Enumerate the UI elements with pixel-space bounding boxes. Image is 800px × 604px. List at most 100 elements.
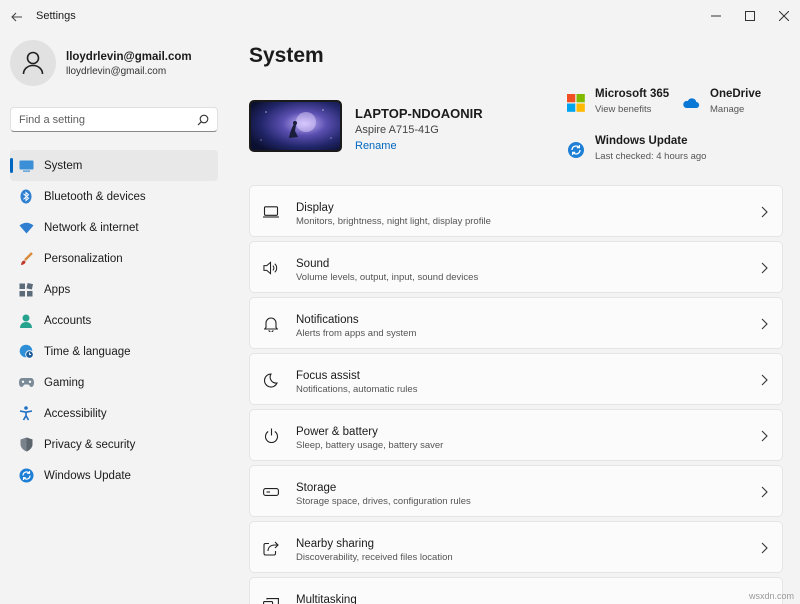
- update-icon: [18, 468, 34, 484]
- sidebar-item-apps[interactable]: Apps: [10, 274, 218, 305]
- chevron-right-icon: [761, 318, 768, 330]
- card-title: Storage: [296, 482, 337, 494]
- close-button[interactable]: [768, 2, 800, 30]
- onedrive-title: OneDrive: [710, 88, 762, 100]
- card-subtitle: Alerts from apps and system: [296, 328, 417, 339]
- chevron-right-icon: [761, 542, 768, 554]
- sidebar-item-windows-update[interactable]: Windows Update: [10, 460, 218, 491]
- bell-icon: [263, 316, 279, 332]
- sidebar-item-label: Network & internet: [44, 221, 139, 234]
- microsoft-365-title: Microsoft 365: [595, 88, 670, 100]
- minimize-button[interactable]: [700, 2, 732, 30]
- card-focus-assist[interactable]: Focus assist Notifications, automatic ru…: [249, 353, 783, 405]
- sidebar-item-label: Windows Update: [44, 469, 131, 482]
- multitasking-icon: [263, 596, 279, 604]
- search-box[interactable]: [10, 107, 218, 132]
- chevron-right-icon: [761, 486, 768, 498]
- sidebar-item-label: Bluetooth & devices: [44, 190, 146, 203]
- card-sound[interactable]: Sound Volume levels, output, input, soun…: [249, 241, 783, 293]
- maximize-icon: [745, 11, 755, 21]
- system-icon: [18, 158, 34, 174]
- search-input[interactable]: [19, 111, 189, 129]
- minimize-icon: [711, 15, 721, 17]
- sidebar-item-label: Personalization: [44, 252, 123, 265]
- person-icon: [18, 313, 34, 329]
- display-icon: [263, 204, 279, 220]
- chevron-right-icon: [761, 206, 768, 218]
- card-title: Display: [296, 202, 334, 214]
- microsoft-365-subtitle: View benefits: [595, 104, 652, 115]
- power-icon: [263, 428, 279, 444]
- card-notifications[interactable]: Notifications Alerts from apps and syste…: [249, 297, 783, 349]
- card-power-battery[interactable]: Power & battery Sleep, battery usage, ba…: [249, 409, 783, 461]
- sidebar-item-privacy-security[interactable]: Privacy & security: [10, 429, 218, 460]
- windows-update-title: Windows Update: [595, 135, 688, 147]
- card-subtitle: Storage space, drives, configuration rul…: [296, 496, 471, 507]
- sidebar-item-accounts[interactable]: Accounts: [10, 305, 218, 336]
- sidebar-item-network-internet[interactable]: Network & internet: [10, 212, 218, 243]
- card-subtitle: Discoverability, received files location: [296, 552, 453, 563]
- watermark: wsxdn.com: [748, 591, 794, 601]
- card-title: Power & battery: [296, 426, 378, 438]
- storage-icon: [263, 484, 279, 500]
- card-title: Multitasking: [296, 594, 357, 604]
- sidebar-item-system[interactable]: System: [10, 150, 218, 181]
- sidebar-item-accessibility[interactable]: Accessibility: [10, 398, 218, 429]
- chevron-right-icon: [761, 374, 768, 386]
- card-storage[interactable]: Storage Storage space, drives, configura…: [249, 465, 783, 517]
- microsoft-logo-icon: [567, 94, 585, 112]
- accessibility-icon: [18, 406, 34, 422]
- close-icon: [779, 11, 789, 21]
- sidebar-item-label: Accessibility: [44, 407, 107, 420]
- device-name: LAPTOP-NDOAONIR: [355, 106, 483, 121]
- card-nearby-sharing[interactable]: Nearby sharing Discoverability, received…: [249, 521, 783, 573]
- window-title: Settings: [36, 10, 76, 22]
- card-title: Nearby sharing: [296, 538, 374, 550]
- back-button[interactable]: [8, 8, 26, 26]
- title-bar: Settings: [0, 0, 800, 32]
- moon-icon: [263, 372, 279, 388]
- sidebar-item-label: Privacy & security: [44, 438, 136, 451]
- sidebar-item-gaming[interactable]: Gaming: [10, 367, 218, 398]
- wallpaper-image: [251, 102, 340, 150]
- apps-icon: [18, 282, 34, 298]
- back-arrow-icon: [11, 12, 22, 22]
- sidebar-item-label: System: [44, 159, 83, 172]
- device-wallpaper-thumbnail[interactable]: [249, 100, 342, 152]
- profile-email: lloydrlevin@gmail.com: [66, 66, 167, 77]
- card-title: Focus assist: [296, 370, 360, 382]
- user-profile[interactable]: lloydrlevin@gmail.com lloydrlevin@gmail.…: [10, 40, 230, 90]
- card-title: Sound: [296, 258, 330, 270]
- sidebar-item-label: Time & language: [44, 345, 131, 358]
- card-title: Notifications: [296, 314, 359, 326]
- card-subtitle: Volume levels, output, input, sound devi…: [296, 272, 479, 283]
- share-icon: [263, 540, 279, 556]
- wifi-icon: [18, 220, 34, 236]
- sidebar-nav: System Bluetooth & devices Network & int…: [10, 150, 218, 491]
- update-icon: [568, 142, 584, 158]
- brush-icon: [18, 251, 34, 267]
- globe-clock-icon: [18, 344, 34, 360]
- onedrive-subtitle: Manage: [710, 104, 745, 115]
- sidebar-item-time-language[interactable]: Time & language: [10, 336, 218, 367]
- speaker-icon: [263, 260, 279, 276]
- card-display[interactable]: Display Monitors, brightness, night ligh…: [249, 185, 783, 237]
- rename-link[interactable]: Rename: [355, 140, 397, 152]
- chevron-right-icon: [761, 262, 768, 274]
- chevron-right-icon: [761, 430, 768, 442]
- sidebar-item-personalization[interactable]: Personalization: [10, 243, 218, 274]
- device-model: Aspire A715-41G: [355, 124, 439, 136]
- shield-icon: [18, 437, 34, 453]
- card-subtitle: Sleep, battery usage, battery saver: [296, 440, 444, 451]
- avatar: [10, 40, 56, 86]
- page-title: System: [249, 44, 324, 67]
- sidebar-item-bluetooth-devices[interactable]: Bluetooth & devices: [10, 181, 218, 212]
- maximize-button[interactable]: [734, 2, 766, 30]
- sidebar-item-label: Accounts: [44, 314, 92, 327]
- windows-update-subtitle: Last checked: 4 hours ago: [595, 151, 707, 162]
- person-icon: [22, 51, 44, 75]
- card-multitasking[interactable]: Multitasking: [249, 577, 783, 604]
- search-icon[interactable]: [197, 114, 209, 126]
- onedrive-cloud-icon: [683, 98, 700, 109]
- bluetooth-icon: [18, 189, 34, 205]
